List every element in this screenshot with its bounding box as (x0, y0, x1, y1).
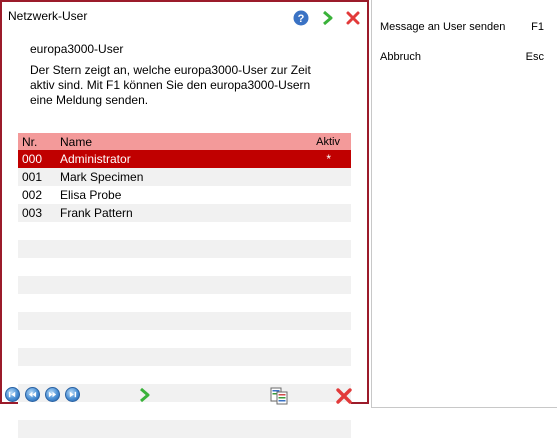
table-header: Nr. Name Aktiv (18, 133, 351, 150)
description-text: Der Stern zeigt an, welche europa3000-Us… (30, 63, 340, 108)
table-row[interactable]: 003 Frank Pattern (18, 204, 351, 222)
description-line: aktiv sind. Mit F1 können Sie den europa… (30, 78, 311, 92)
table-row[interactable]: 000 Administrator * (18, 150, 351, 168)
empty-row (18, 366, 351, 384)
cell-nr: 000 (22, 152, 43, 166)
empty-row (18, 240, 351, 258)
empty-row (18, 222, 351, 240)
empty-row (18, 312, 351, 330)
cancel-x-icon[interactable] (335, 387, 352, 404)
close-x-icon[interactable] (345, 10, 361, 26)
table-row[interactable]: 001 Mark Specimen (18, 168, 351, 186)
proceed-arrow-icon[interactable] (319, 10, 335, 26)
empty-row (18, 348, 351, 366)
column-header-nr[interactable]: Nr. (18, 135, 60, 149)
cell-name: Elisa Probe (60, 188, 122, 202)
cell-nr: 001 (22, 170, 43, 184)
menu-item-shortcut: F1 (531, 21, 544, 33)
dialog-title: Netzwerk-User (8, 9, 88, 23)
first-record-icon[interactable] (5, 387, 20, 402)
empty-row (18, 276, 351, 294)
empty-row (18, 258, 351, 276)
top-toolbar: ? (293, 10, 361, 26)
cell-aktiv: * (326, 152, 331, 166)
menu-item-cancel[interactable]: Abbruch Esc (380, 51, 544, 63)
next-record-icon[interactable] (45, 387, 60, 402)
confirm-arrow-icon[interactable] (136, 387, 152, 403)
menu-item-send-message[interactable]: Message an User senden F1 (380, 21, 544, 33)
menu-item-shortcut: Esc (525, 51, 544, 63)
column-header-name[interactable]: Name (60, 135, 300, 149)
table-row[interactable]: 002 Elisa Probe (18, 186, 351, 204)
record-navigation (5, 387, 80, 402)
cell-name: Frank Pattern (60, 206, 133, 220)
description-line: Der Stern zeigt an, welche europa3000-Us… (30, 63, 311, 77)
cell-nr: 002 (22, 188, 43, 202)
documents-icon[interactable] (270, 387, 288, 405)
empty-row (18, 420, 351, 438)
empty-row (18, 294, 351, 312)
description-line: eine Meldung senden. (30, 93, 149, 107)
column-header-aktiv[interactable]: Aktiv (300, 136, 351, 148)
svg-text:?: ? (298, 13, 305, 25)
cell-nr: 003 (22, 206, 43, 220)
help-icon[interactable]: ? (293, 10, 309, 26)
network-user-dialog: Netzwerk-User ? europa3000-User Der Ster… (0, 0, 369, 438)
previous-record-icon[interactable] (25, 387, 40, 402)
menu-item-label: Message an User senden (380, 21, 506, 33)
bottom-toolbar (2, 385, 367, 405)
last-record-icon[interactable] (65, 387, 80, 402)
section-heading: europa3000-User (30, 42, 124, 56)
empty-row (18, 330, 351, 348)
side-menu: Message an User senden F1 Abbruch Esc (371, 0, 557, 408)
menu-item-label: Abbruch (380, 51, 421, 63)
cell-name: Mark Specimen (60, 170, 144, 184)
cell-name: Administrator (60, 152, 131, 166)
